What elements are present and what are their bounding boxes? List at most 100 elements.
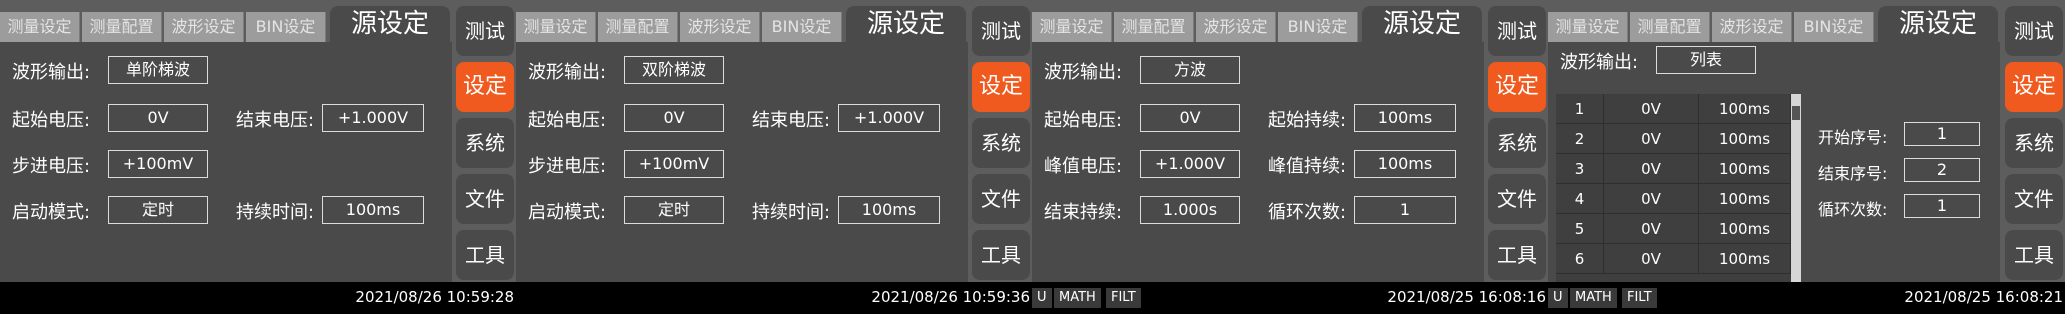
start-voltage-label: 起始电压: [528,110,607,131]
waveform-select[interactable]: 方波 [1140,56,1240,84]
menu-file-button[interactable]: 文件 [972,174,1030,224]
cycles-field[interactable]: 1 [1354,196,1456,224]
end-index-label: 结束序号: [1818,164,1888,183]
trigger-mode-select[interactable]: 定时 [624,196,724,224]
step-voltage-label: 步进电压: [12,156,91,177]
menu-file-button[interactable]: 文件 [2005,174,2063,224]
tab-measure-setup[interactable]: 测量设定 [1032,12,1112,42]
list-voltage-cell: 0V [1604,94,1699,124]
table-row[interactable]: 5 0V 100ms [1556,214,1791,244]
tab-waveform-setup[interactable]: 波形设定 [1196,12,1276,42]
menu-test-button[interactable]: 测试 [2005,6,2063,56]
status-badge-u: U [1032,288,1052,308]
end-voltage-label: 结束电压: [236,110,315,131]
tab-source-setup[interactable]: 源设定 [846,6,966,42]
tab-bin-setup[interactable]: BIN设定 [762,12,842,42]
waveform-list-table[interactable]: 1 0V 100ms 2 0V 100ms 3 0V 100ms 4 0V 10… [1556,94,1801,282]
list-voltage-cell: 0V [1604,124,1699,154]
menu-system-button[interactable]: 系统 [972,118,1030,168]
peak-voltage-field[interactable]: +1.000V [1140,150,1240,178]
waveform-select[interactable]: 列表 [1656,46,1756,74]
cycles-label: 循环次数: [1268,202,1347,223]
peak-duration-label: 峰值持续: [1268,156,1347,177]
tab-waveform-setup[interactable]: 波形设定 [680,12,760,42]
scrollbar-thumb[interactable] [1792,106,1800,120]
waveform-select[interactable]: 双阶梯波 [624,56,724,84]
list-voltage-cell: 0V [1604,154,1699,184]
list-index-cell: 6 [1556,244,1604,274]
start-duration-label: 起始持续: [1268,110,1347,131]
menu-setup-button[interactable]: 设定 [456,62,514,112]
instrument-screen-1: 测量设定 测量配置 波形设定 BIN设定 源设定 波形输出: 单阶梯波 起始电压… [0,0,516,314]
menu-system-button[interactable]: 系统 [1488,118,1546,168]
list-scrollbar[interactable] [1791,94,1801,282]
end-index-field[interactable]: 2 [1904,158,1980,182]
tab-bin-setup[interactable]: BIN设定 [1278,12,1358,42]
table-row[interactable]: 2 0V 100ms [1556,124,1791,154]
menu-test-button[interactable]: 测试 [972,6,1030,56]
status-badge-filt: FILT [1106,288,1141,308]
end-duration-label: 结束持续: [1044,202,1123,223]
tab-measure-setup[interactable]: 测量设定 [1548,12,1628,42]
menu-file-button[interactable]: 文件 [1488,174,1546,224]
duration-field[interactable]: 100ms [322,196,424,224]
instrument-screen-4: 测量设定 测量配置 波形设定 BIN设定 源设定 波形输出: 列表 1 0V 1… [1548,0,2065,314]
tab-measure-config[interactable]: 测量配置 [598,12,678,42]
tab-measure-config[interactable]: 测量配置 [82,12,162,42]
table-row[interactable]: 4 0V 100ms [1556,184,1791,214]
step-voltage-field[interactable]: +100mV [108,150,208,178]
menu-test-button[interactable]: 测试 [456,6,514,56]
tab-bin-setup[interactable]: BIN设定 [246,12,326,42]
trigger-mode-select[interactable]: 定时 [108,196,208,224]
status-bar: U MATH FILT 2021/08/25 16:08:21 [1548,282,2065,314]
tab-measure-config[interactable]: 测量配置 [1114,12,1194,42]
menu-test-button[interactable]: 测试 [1488,6,1546,56]
menu-tools-button[interactable]: 工具 [2005,230,2063,280]
list-voltage-cell: 0V [1604,214,1699,244]
list-voltage-cell: 0V [1604,244,1699,274]
menu-setup-button[interactable]: 设定 [972,62,1030,112]
start-voltage-field[interactable]: 0V [624,104,724,132]
peak-duration-field[interactable]: 100ms [1354,150,1456,178]
start-voltage-field[interactable]: 0V [108,104,208,132]
menu-file-button[interactable]: 文件 [456,174,514,224]
tab-measure-config[interactable]: 测量配置 [1630,12,1710,42]
list-duration-cell: 100ms [1699,154,1791,184]
start-index-field[interactable]: 1 [1904,122,1980,146]
list-index-cell: 2 [1556,124,1604,154]
waveform-select[interactable]: 单阶梯波 [108,56,208,84]
tab-measure-setup[interactable]: 测量设定 [0,12,80,42]
status-timestamp: 2021/08/25 16:08:16 [1387,288,1546,306]
menu-tools-button[interactable]: 工具 [456,230,514,280]
end-voltage-field[interactable]: +1.000V [838,104,940,132]
status-bar: 2021/08/26 10:59:28 [0,282,516,314]
menu-setup-button[interactable]: 设定 [2005,62,2063,112]
table-row[interactable]: 3 0V 100ms [1556,154,1791,184]
tab-waveform-setup[interactable]: 波形设定 [164,12,244,42]
start-duration-field[interactable]: 100ms [1354,104,1456,132]
menu-tools-button[interactable]: 工具 [972,230,1030,280]
menu-system-button[interactable]: 系统 [456,118,514,168]
table-row[interactable]: 6 0V 100ms [1556,244,1791,274]
tab-bin-setup[interactable]: BIN设定 [1794,12,1874,42]
list-duration-cell: 100ms [1699,94,1791,124]
start-voltage-field[interactable]: 0V [1140,104,1240,132]
end-voltage-field[interactable]: +1.000V [322,104,424,132]
menu-system-button[interactable]: 系统 [2005,118,2063,168]
tab-source-setup[interactable]: 源设定 [330,6,450,42]
menu-setup-button[interactable]: 设定 [1488,62,1546,112]
duration-field[interactable]: 100ms [838,196,940,224]
cycles-field[interactable]: 1 [1904,194,1980,218]
tab-bar: 测量设定 测量配置 波形设定 BIN设定 源设定 [0,0,452,46]
end-duration-field[interactable]: 1.000s [1140,196,1240,224]
step-voltage-field[interactable]: +100mV [624,150,724,178]
list-duration-cell: 100ms [1699,184,1791,214]
table-row[interactable]: 1 0V 100ms [1556,94,1791,124]
tab-source-setup[interactable]: 源设定 [1362,6,1482,42]
tab-source-setup[interactable]: 源设定 [1878,6,1998,42]
tab-waveform-setup[interactable]: 波形设定 [1712,12,1792,42]
list-duration-cell: 100ms [1699,124,1791,154]
tab-measure-setup[interactable]: 测量设定 [516,12,596,42]
source-settings-content: 波形输出: 双阶梯波 起始电压: 0V 结束电压: +1.000V 步进电压: … [516,42,968,282]
menu-tools-button[interactable]: 工具 [1488,230,1546,280]
